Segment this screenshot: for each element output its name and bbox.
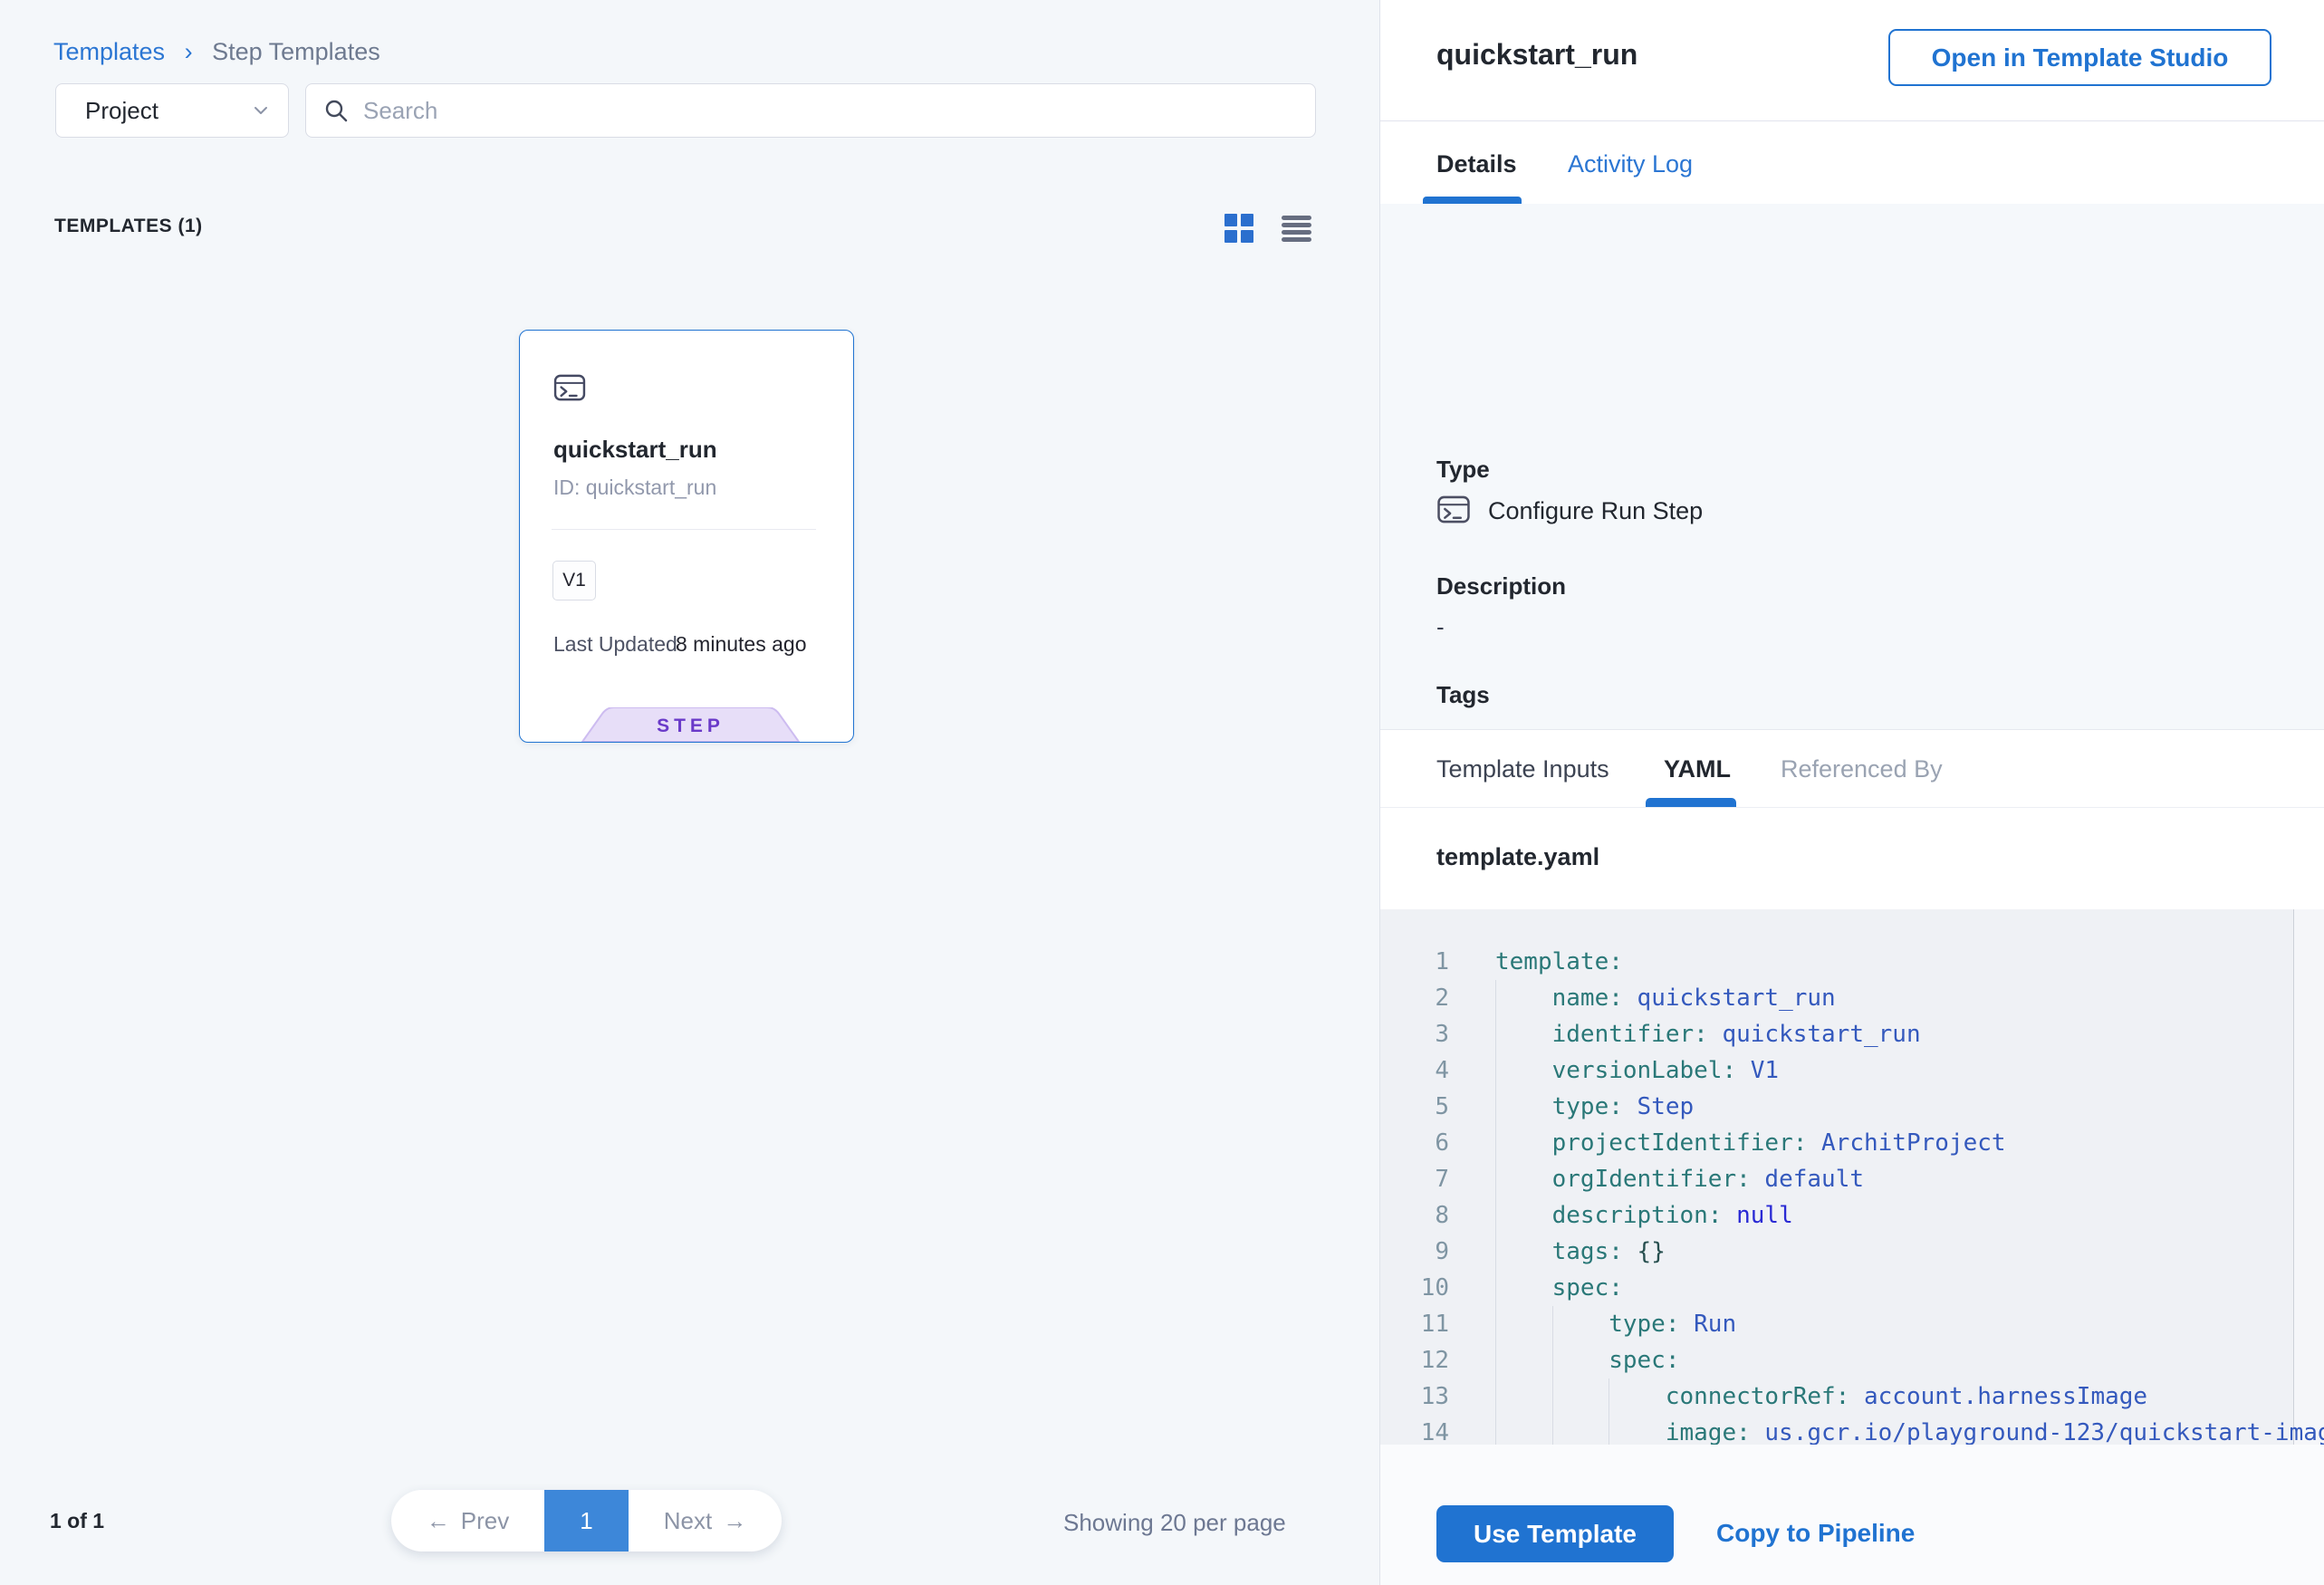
line-number: 4 — [1380, 1052, 1449, 1089]
yaml-line: 7orgIdentifier: default — [1380, 1161, 2324, 1197]
details-footer: Use Template Copy to Pipeline — [1380, 1445, 2324, 1585]
tags-label: Tags — [1436, 681, 1490, 709]
yaml-tab-bar: Template Inputs YAML Referenced By — [1380, 730, 2324, 807]
yaml-line: 4versionLabel: V1 — [1380, 1052, 2324, 1089]
type-label: Type — [1436, 456, 1490, 484]
card-template-id: ID: quickstart_run — [553, 476, 716, 500]
yaml-line: 6projectIdentifier: ArchitProject — [1380, 1125, 2324, 1161]
per-page-status: Showing 20 per page — [1063, 1509, 1286, 1537]
card-divider — [552, 529, 816, 530]
pager: ← Prev 1 Next → — [391, 1490, 782, 1551]
yaml-line: 12spec: — [1380, 1342, 2324, 1378]
page-summary: 1 of 1 — [50, 1509, 104, 1533]
right-arrow-icon: → — [723, 1507, 746, 1535]
next-page-button[interactable]: Next → — [629, 1490, 782, 1551]
tab-activity-log[interactable]: Activity Log — [1568, 150, 1693, 178]
yaml-line: 13connectorRef: account.harnessImage — [1380, 1378, 2324, 1415]
template-details-panel: quickstart_run Open in Template Studio D… — [1379, 0, 2324, 1585]
tab-referenced-by[interactable]: Referenced By — [1781, 755, 1943, 783]
chevron-down-icon — [254, 106, 268, 115]
left-arrow-icon: ← — [427, 1507, 450, 1535]
active-tab-underline — [1423, 197, 1522, 204]
line-number: 7 — [1380, 1161, 1449, 1197]
yaml-line: 5type: Step — [1380, 1089, 2324, 1125]
yaml-line: 14image: us.gcr.io/playground-123/quicks… — [1380, 1415, 2324, 1445]
line-number: 8 — [1380, 1197, 1449, 1234]
yaml-file-name: template.yaml — [1436, 843, 1599, 871]
run-step-terminal-icon — [553, 374, 586, 401]
line-number: 9 — [1380, 1234, 1449, 1270]
next-label: Next — [664, 1507, 712, 1535]
yaml-line: 3identifier: quickstart_run — [1380, 1016, 2324, 1052]
list-view-icon[interactable] — [1282, 216, 1311, 242]
card-step-ribbon-label: STEP — [657, 716, 725, 736]
templates-count-header: TEMPLATES (1) — [54, 216, 203, 237]
card-step-ribbon: STEP — [581, 707, 800, 742]
type-value: Configure Run Step — [1488, 497, 1703, 525]
tab-yaml[interactable]: YAML — [1664, 755, 1731, 783]
grid-view-icon[interactable] — [1224, 214, 1253, 243]
card-template-name: quickstart_run — [553, 436, 717, 464]
prev-page-button[interactable]: ← Prev — [391, 1490, 544, 1551]
details-title: quickstart_run — [1436, 38, 1637, 72]
yaml-line: 11type: Run — [1380, 1306, 2324, 1342]
breadcrumb-separator-icon: › — [185, 38, 193, 65]
line-number: 5 — [1380, 1089, 1449, 1125]
details-header: quickstart_run Open in Template Studio — [1380, 0, 2324, 121]
line-number: 3 — [1380, 1016, 1449, 1052]
card-last-updated-label: Last Updated — [553, 632, 677, 657]
search-box — [305, 83, 1316, 138]
yaml-line: 2name: quickstart_run — [1380, 980, 2324, 1016]
card-version-badge: V1 — [552, 561, 596, 600]
breadcrumb-templates-link[interactable]: Templates — [53, 38, 165, 65]
breadcrumb-current: Step Templates — [212, 38, 380, 65]
line-number: 6 — [1380, 1125, 1449, 1161]
yaml-line: 1template: — [1380, 944, 2324, 980]
line-number: 1 — [1380, 944, 1449, 980]
active-subtab-underline — [1646, 798, 1736, 807]
card-last-updated-value: 8 minutes ago — [676, 632, 806, 657]
yaml-editor[interactable]: 1template:2name: quickstart_run3identifi… — [1380, 909, 2324, 1445]
breadcrumb: Templates › Step Templates — [53, 38, 380, 66]
open-in-template-studio-button[interactable]: Open in Template Studio — [1888, 29, 2271, 86]
description-value: - — [1436, 613, 1445, 641]
template-card[interactable]: quickstart_run ID: quickstart_run V1 Las… — [519, 330, 854, 743]
line-number: 13 — [1380, 1378, 1449, 1415]
page-1-button[interactable]: 1 — [544, 1490, 629, 1551]
search-input[interactable] — [363, 97, 1269, 125]
yaml-file-header: template.yaml — [1380, 807, 2324, 909]
yaml-lines: 1template:2name: quickstart_run3identifi… — [1380, 944, 2324, 1445]
line-number: 14 — [1380, 1415, 1449, 1445]
scope-dropdown[interactable]: Project — [55, 83, 289, 138]
yaml-line: 9tags: {} — [1380, 1234, 2324, 1270]
prev-label: Prev — [461, 1507, 509, 1535]
line-number: 12 — [1380, 1342, 1449, 1378]
copy-to-pipeline-link[interactable]: Copy to Pipeline — [1716, 1519, 1915, 1548]
line-number: 11 — [1380, 1306, 1449, 1342]
run-step-terminal-icon — [1436, 495, 1471, 524]
search-icon — [324, 99, 349, 123]
yaml-line: 10spec: — [1380, 1270, 2324, 1306]
scope-dropdown-value: Project — [85, 97, 158, 125]
yaml-line: 8description: null — [1380, 1197, 2324, 1234]
description-label: Description — [1436, 572, 1566, 600]
use-template-button[interactable]: Use Template — [1436, 1505, 1674, 1562]
line-number: 2 — [1380, 980, 1449, 1016]
details-content: Type Configure Run Step Description - Ta… — [1380, 204, 2324, 730]
line-number: 10 — [1380, 1270, 1449, 1306]
templates-list-panel: Templates › Step Templates Project TEMPL… — [0, 0, 1379, 1585]
tab-details[interactable]: Details — [1436, 150, 1517, 178]
tab-template-inputs[interactable]: Template Inputs — [1436, 755, 1609, 783]
details-tab-bar: Details Activity Log — [1380, 121, 2324, 204]
